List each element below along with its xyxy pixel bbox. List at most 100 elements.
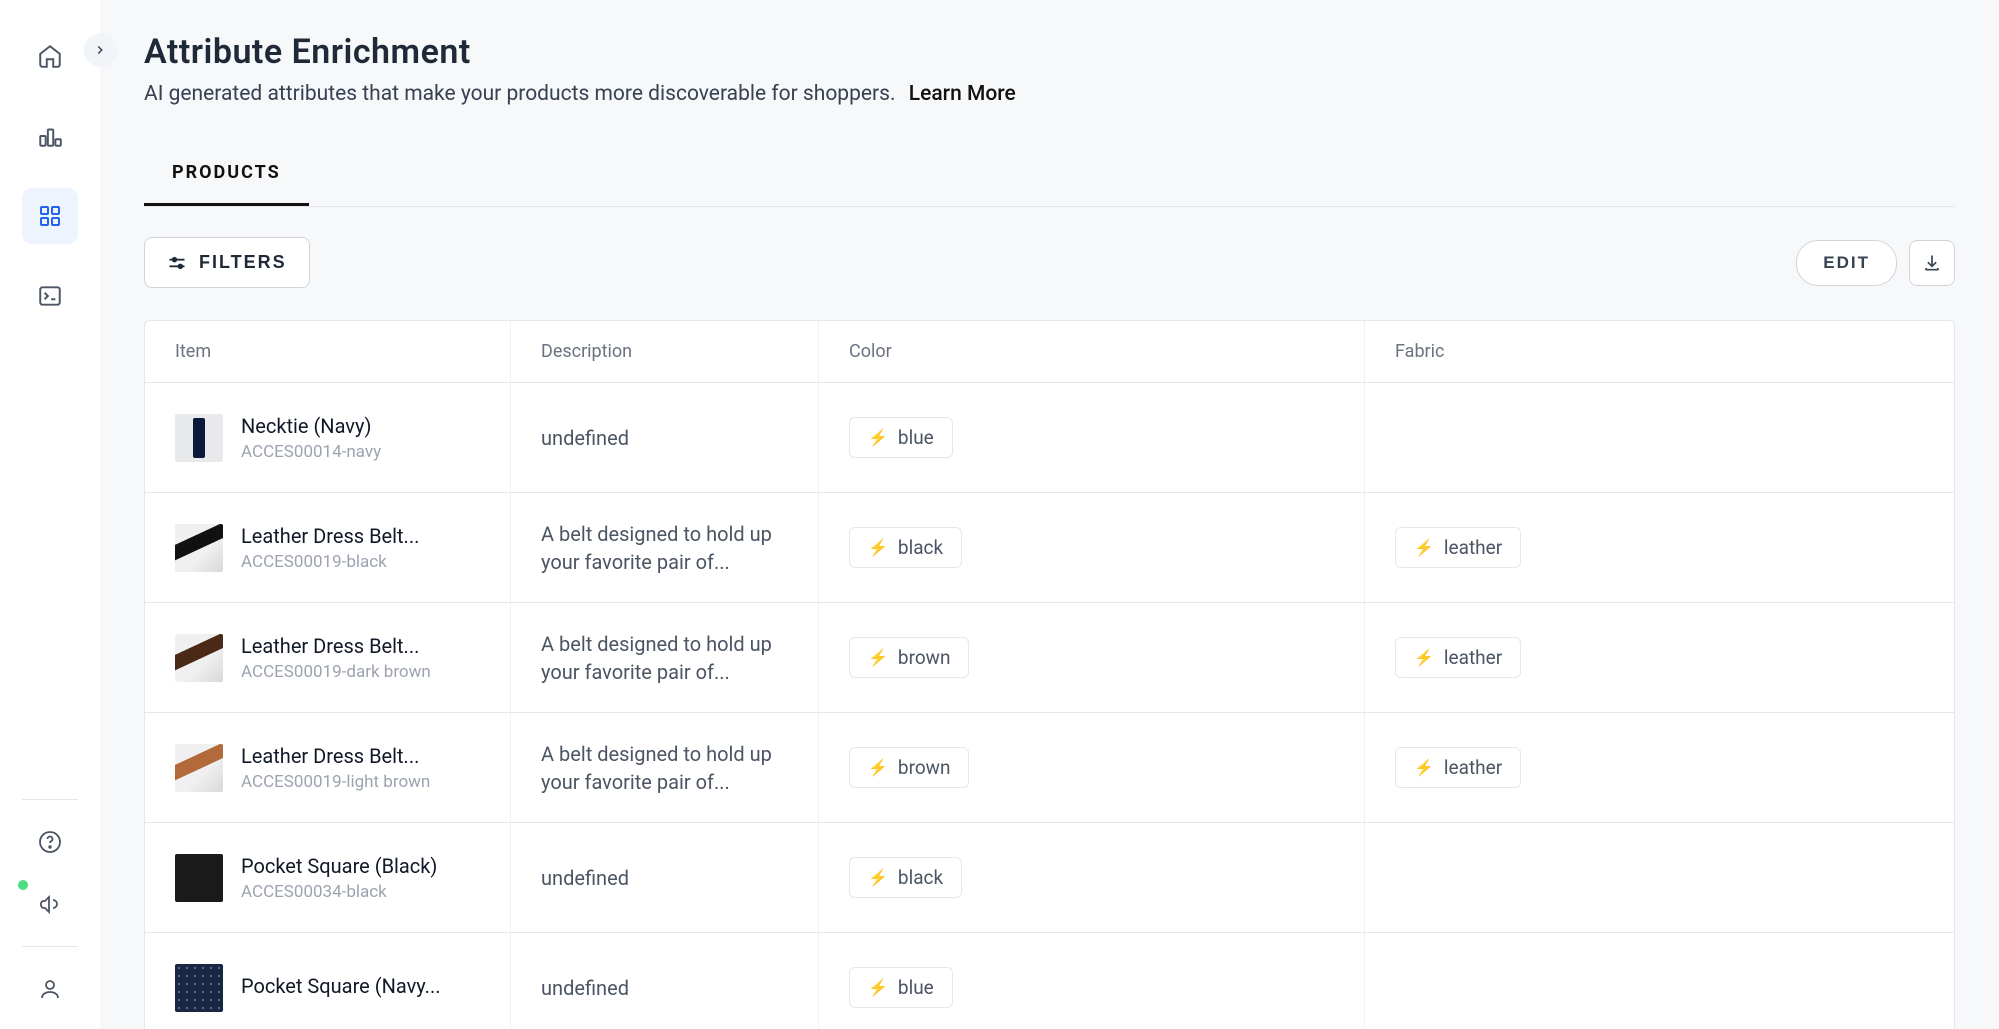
- table-row[interactable]: Necktie (Navy) ACCES00014-navy undefined ⚡ b…: [145, 383, 1954, 493]
- bolt-icon: ⚡: [1414, 648, 1434, 667]
- nav-account[interactable]: [22, 969, 78, 1009]
- product-name: Necktie (Navy): [241, 414, 381, 438]
- cell-fabric: [1365, 383, 1911, 492]
- fabric-tag[interactable]: ⚡ leather: [1395, 747, 1521, 788]
- sliders-icon: [167, 253, 187, 273]
- fabric-value: leather: [1444, 646, 1502, 669]
- color-value: black: [898, 866, 943, 889]
- cell-item: Pocket Square (Black) ACCES00034-black: [145, 823, 511, 932]
- bolt-icon: ⚡: [868, 978, 888, 997]
- color-value: brown: [898, 646, 951, 669]
- cell-fabric: [1365, 823, 1911, 932]
- color-value: blue: [898, 976, 934, 999]
- bolt-icon: ⚡: [868, 868, 888, 887]
- cell-description: A belt designed to hold up your favorite…: [511, 713, 819, 822]
- fabric-value: leather: [1444, 536, 1502, 559]
- product-sku: ACCES00014-navy: [241, 442, 381, 462]
- download-button[interactable]: [1909, 240, 1955, 286]
- product-description: undefined: [541, 864, 629, 892]
- product-thumbnail: [175, 854, 223, 902]
- table-row[interactable]: Pocket Square (Black) ACCES00034-black und…: [145, 823, 1954, 933]
- nav-terminal[interactable]: [22, 268, 78, 324]
- color-tag[interactable]: ⚡ black: [849, 857, 962, 898]
- main-content: Attribute Enrichment AI generated attrib…: [100, 0, 1999, 1029]
- download-icon: [1922, 253, 1942, 273]
- fabric-value: leather: [1444, 756, 1502, 779]
- color-tag[interactable]: ⚡ blue: [849, 967, 953, 1008]
- cell-color: ⚡ black: [819, 493, 1365, 602]
- bolt-icon: ⚡: [868, 428, 888, 447]
- cell-color: ⚡ blue: [819, 383, 1365, 492]
- cell-description: undefined: [511, 933, 819, 1029]
- cell-item: Leather Dress Belt... ACCES00019-black: [145, 493, 511, 602]
- terminal-icon: [37, 283, 63, 309]
- learn-more-link[interactable]: Learn More: [909, 82, 1016, 106]
- color-value: brown: [898, 756, 951, 779]
- cell-color: ⚡ blue: [819, 933, 1365, 1029]
- product-sku: ACCES00019-light brown: [241, 772, 430, 792]
- nav-products[interactable]: [22, 188, 78, 244]
- bolt-icon: ⚡: [1414, 538, 1434, 557]
- color-tag[interactable]: ⚡brown: [849, 747, 969, 788]
- cell-fabric: ⚡ leather: [1365, 603, 1911, 712]
- bolt-icon: ⚡: [1414, 758, 1434, 777]
- nav-analytics[interactable]: [22, 108, 78, 164]
- cell-description: A belt designed to hold up your favorite…: [511, 493, 819, 602]
- cell-description: undefined: [511, 383, 819, 492]
- product-thumbnail: [175, 964, 223, 1012]
- color-value: blue: [898, 426, 934, 449]
- cell-color: ⚡brown: [819, 713, 1365, 822]
- product-sku: ACCES00019-dark brown: [241, 662, 431, 682]
- bolt-icon: ⚡: [868, 648, 888, 667]
- table-header: Item Description Color Fabric: [145, 321, 1954, 383]
- tabs: PRODUCTS: [144, 142, 1955, 207]
- sidebar-toggle[interactable]: [84, 34, 116, 66]
- tab-products[interactable]: PRODUCTS: [144, 142, 309, 206]
- page-subtitle: AI generated attributes that make your p…: [144, 82, 1955, 106]
- cell-item: Leather Dress Belt... ACCES00019-dark bro…: [145, 603, 511, 712]
- nav-home[interactable]: [22, 28, 78, 84]
- cell-description: A belt designed to hold up your favorite…: [511, 603, 819, 712]
- product-name: Leather Dress Belt...: [241, 744, 430, 768]
- th-description[interactable]: Description: [511, 321, 819, 382]
- nav-help[interactable]: [22, 822, 78, 862]
- sidebar: [0, 0, 100, 1029]
- product-description: A belt designed to hold up your favorite…: [541, 740, 788, 796]
- cell-color: ⚡ brown: [819, 603, 1365, 712]
- filters-button[interactable]: FILTERS: [144, 237, 310, 288]
- sidebar-divider: [22, 799, 78, 800]
- nav-announcements[interactable]: [22, 884, 78, 924]
- th-color[interactable]: Color: [819, 321, 1365, 382]
- cell-item: Necktie (Navy) ACCES00014-navy: [145, 383, 511, 492]
- fabric-tag[interactable]: ⚡ leather: [1395, 637, 1521, 678]
- product-sku: ACCES00034-black: [241, 882, 437, 902]
- color-tag[interactable]: ⚡ brown: [849, 637, 969, 678]
- product-description: A belt designed to hold up your favorite…: [541, 630, 788, 686]
- home-icon: [37, 43, 63, 69]
- color-tag[interactable]: ⚡ blue: [849, 417, 953, 458]
- th-fabric[interactable]: Fabric: [1365, 321, 1911, 382]
- toolbar: FILTERS EDIT: [144, 237, 1955, 288]
- sidebar-divider: [22, 946, 78, 947]
- table-row[interactable]: Leather Dress Belt... ACCES00019-black A b…: [145, 493, 1954, 603]
- color-value: black: [898, 536, 943, 559]
- table-row[interactable]: Leather Dress Belt... ACCES00019-dark bro…: [145, 603, 1954, 713]
- edit-button[interactable]: EDIT: [1796, 240, 1897, 286]
- product-name: Pocket Square (Navy...: [241, 974, 441, 998]
- product-name: Pocket Square (Black): [241, 854, 437, 878]
- product-sku: ACCES00019-black: [241, 552, 419, 572]
- cell-item: Leather Dress Belt... ACCES00019-light br…: [145, 713, 511, 822]
- th-item[interactable]: Item: [145, 321, 511, 382]
- product-name: Leather Dress Belt...: [241, 634, 431, 658]
- table-row[interactable]: Pocket Square (Navy... undefined ⚡ blue: [145, 933, 1954, 1029]
- product-thumbnail: [175, 634, 223, 682]
- grid-icon: [38, 204, 62, 228]
- product-thumbnail: [175, 744, 223, 792]
- product-name: Leather Dress Belt...: [241, 524, 419, 548]
- product-description: undefined: [541, 424, 629, 452]
- fabric-tag[interactable]: ⚡ leather: [1395, 527, 1521, 568]
- color-tag[interactable]: ⚡ black: [849, 527, 962, 568]
- table-row[interactable]: Leather Dress Belt... ACCES00019-light br…: [145, 713, 1954, 823]
- user-icon: [38, 977, 62, 1001]
- bolt-icon: ⚡: [868, 538, 888, 557]
